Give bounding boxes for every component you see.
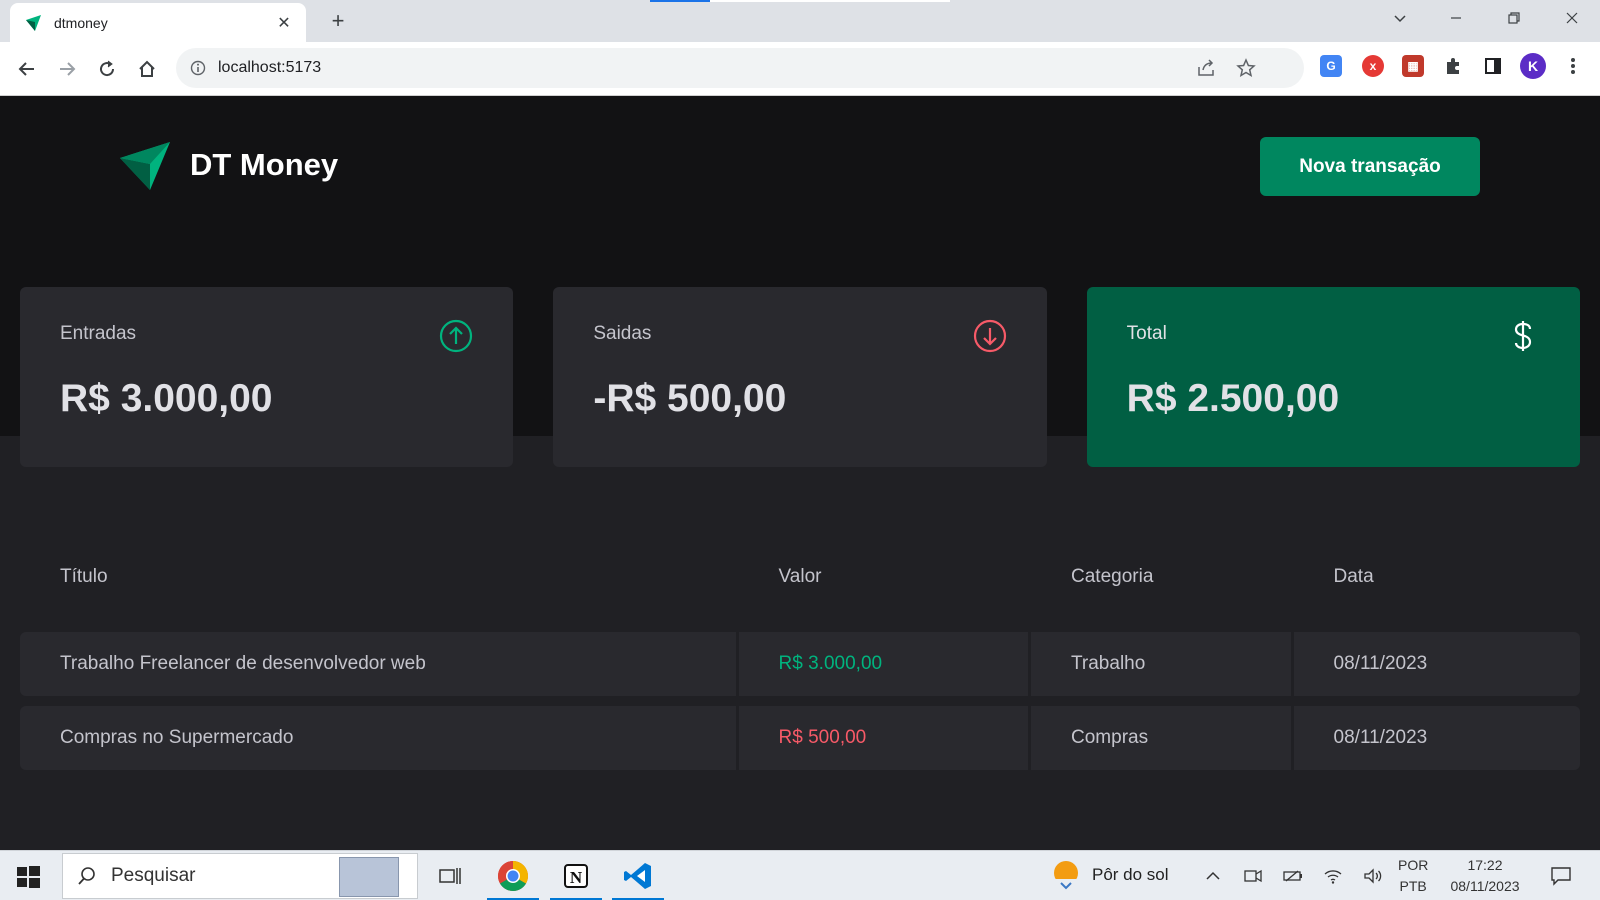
app-viewport: DT Money Nova transação Entradas R$ 3.00… xyxy=(0,96,1600,850)
tab-title: dtmoney xyxy=(54,14,108,31)
windows-taskbar: Pesquisar N Pôr do sol POR PTB 17:22 08/… xyxy=(0,850,1600,900)
site-info-icon[interactable] xyxy=(190,60,206,76)
row-category: Trabalho xyxy=(1031,632,1291,696)
income-card: Entradas R$ 3.000,00 xyxy=(20,287,514,467)
url-text: localhost:5173 xyxy=(218,59,322,76)
chrome-taskbar-icon[interactable] xyxy=(487,856,539,900)
minimize-icon[interactable] xyxy=(1436,8,1476,34)
notifications-icon[interactable] xyxy=(1548,864,1574,888)
new-tab-button[interactable]: + xyxy=(325,8,351,34)
outcome-label: Saidas xyxy=(593,323,652,344)
total-card: Total R$ 2.500,00 xyxy=(1086,287,1580,467)
weather-widget[interactable]: Pôr do sol xyxy=(1050,859,1169,891)
row-date: 08/11/2023 xyxy=(1293,706,1581,770)
notion-taskbar-icon[interactable]: N xyxy=(550,856,602,900)
table-row: Compras no Supermercado R$ 500,00 Compra… xyxy=(20,706,1581,770)
clock-date: 08/11/2023 xyxy=(1450,878,1520,894)
search-highlight-image xyxy=(339,857,399,897)
extension-icon[interactable]: ▦ xyxy=(1402,55,1424,77)
clock-time: 17:22 xyxy=(1467,857,1503,873)
home-icon[interactable] xyxy=(132,54,162,84)
income-value: R$ 3.000,00 xyxy=(60,377,273,420)
total-value: R$ 2.500,00 xyxy=(1126,377,1340,420)
row-category: Compras xyxy=(1031,706,1291,770)
language-indicator[interactable]: POR PTB xyxy=(1398,855,1428,897)
battery-icon[interactable] xyxy=(1282,865,1304,887)
summary-cards: Entradas R$ 3.000,00 Saidas -R$ 500,00 T… xyxy=(20,287,1580,467)
svg-text:N: N xyxy=(570,868,583,887)
dtmoney-logo-icon xyxy=(120,142,170,190)
income-label: Entradas xyxy=(60,323,137,344)
close-extension-icon[interactable]: x xyxy=(1362,55,1384,77)
restore-icon[interactable] xyxy=(1494,8,1534,34)
table-header: Título Valor Categoria Data xyxy=(20,562,1580,592)
header-title: Título xyxy=(60,566,108,587)
bookmark-star-icon[interactable] xyxy=(1236,58,1256,78)
page-loading-bar xyxy=(650,0,950,2)
row-value-income: R$ 3.000,00 xyxy=(738,632,1029,696)
taskbar-search[interactable]: Pesquisar xyxy=(62,853,418,899)
wifi-icon[interactable] xyxy=(1322,865,1344,887)
sunset-icon xyxy=(1052,861,1080,891)
google-translate-icon[interactable]: G xyxy=(1320,55,1342,77)
taskbar-clock[interactable]: 17:22 08/11/2023 xyxy=(1440,855,1530,897)
meet-now-icon[interactable] xyxy=(1242,865,1264,887)
outcome-card: Saidas -R$ 500,00 xyxy=(553,287,1047,467)
app-logo: DT Money xyxy=(120,140,338,190)
logo-text: DT Money xyxy=(190,147,339,182)
close-window-icon[interactable] xyxy=(1552,8,1592,34)
vscode-taskbar-icon[interactable] xyxy=(612,856,664,900)
row-title: Trabalho Freelancer de desenvolvedor web xyxy=(20,632,736,696)
transactions-table: Título Valor Categoria Data Trabalho Fre… xyxy=(20,562,1581,770)
outcome-value: -R$ 500,00 xyxy=(593,377,787,420)
arrow-circle-down-icon xyxy=(973,319,1006,353)
dtmoney-favicon-icon xyxy=(26,14,41,31)
browser-tab-strip: dtmoney ✕ + xyxy=(0,0,1600,42)
row-date: 08/11/2023 xyxy=(1293,632,1581,696)
row-title: Compras no Supermercado xyxy=(20,706,736,770)
language-code: POR xyxy=(1398,857,1429,873)
task-view-icon[interactable] xyxy=(430,856,470,896)
keyboard-layout: PTB xyxy=(1399,878,1427,894)
new-transaction-button[interactable]: Nova transação xyxy=(1260,137,1480,196)
share-icon[interactable] xyxy=(1196,58,1216,78)
search-placeholder: Pesquisar xyxy=(111,865,196,886)
extensions-puzzle-icon[interactable] xyxy=(1442,55,1464,77)
tab-close-icon[interactable]: ✕ xyxy=(274,13,294,33)
reload-icon[interactable] xyxy=(92,54,122,84)
table-row: Trabalho Freelancer de desenvolvedor web… xyxy=(20,632,1581,696)
arrow-circle-up-icon xyxy=(440,319,473,353)
tab-search-chevron-icon[interactable] xyxy=(1380,8,1420,34)
browser-tab[interactable]: dtmoney ✕ xyxy=(10,3,306,42)
browser-menu-icon[interactable] xyxy=(1562,55,1584,77)
row-value-outcome: R$ 500,00 xyxy=(738,706,1029,770)
weather-text: Pôr do sol xyxy=(1092,865,1169,884)
windows-start-icon[interactable] xyxy=(14,863,42,891)
forward-arrow-icon[interactable] xyxy=(52,54,82,84)
browser-toolbar: localhost:5173 G x ▦ K xyxy=(0,42,1600,96)
side-panel-icon[interactable] xyxy=(1482,55,1504,77)
volume-icon[interactable] xyxy=(1362,865,1384,887)
hidden-icons-chevron-icon[interactable] xyxy=(1202,865,1224,887)
profile-avatar[interactable]: K xyxy=(1520,53,1546,79)
header-date: Data xyxy=(1333,566,1374,587)
currency-dollar-icon xyxy=(1514,321,1532,351)
header-category: Categoria xyxy=(1071,566,1154,587)
header-value: Valor xyxy=(778,566,822,587)
address-bar[interactable]: localhost:5173 xyxy=(176,48,1304,88)
search-icon xyxy=(78,867,95,885)
total-label: Total xyxy=(1126,323,1167,344)
back-arrow-icon[interactable] xyxy=(12,54,42,84)
